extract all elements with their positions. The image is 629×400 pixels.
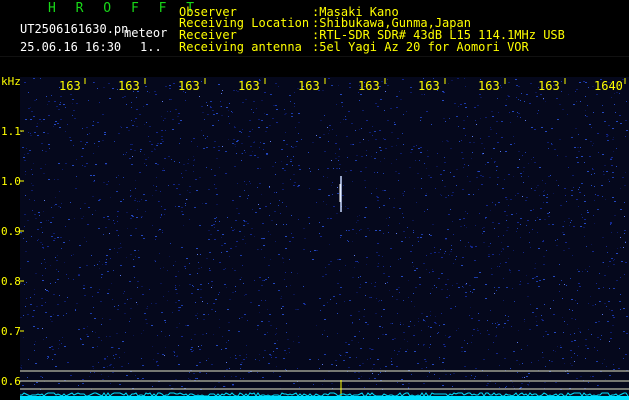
x-tick-4: 163 — [238, 79, 260, 93]
spectrogram-overlay — [20, 78, 629, 400]
y-tick-1-0: 1.0 — [1, 175, 21, 188]
x-tick-2: 163 — [118, 79, 140, 93]
x-tick-5: 163 — [298, 79, 320, 93]
x-tick-7: 163 — [418, 79, 440, 93]
x-tick-9: 163 — [538, 79, 560, 93]
x-tick-8: 163 — [478, 79, 500, 93]
x-tick-6: 163 — [358, 79, 380, 93]
y-tick-0-8: 0.8 — [1, 275, 21, 288]
x-tick-3: 163 — [178, 79, 200, 93]
y-tick-0-6: 0.6 — [1, 375, 21, 388]
y-tick-1-1: 1.1 — [1, 125, 21, 138]
noise-field — [20, 78, 628, 390]
baseline-fill — [20, 396, 629, 400]
hrofft-window: H R O F F T UT2506161630.pn meteor 25.06… — [0, 0, 629, 400]
baseline-noise-trace — [20, 392, 629, 397]
x-tick-1: 163 — [59, 79, 81, 93]
y-tick-0-9: 0.9 — [1, 225, 21, 238]
y-tick-0-7: 0.7 — [1, 325, 21, 338]
x-tick-10: 1640 — [594, 79, 623, 93]
y-unit-label: kHz — [1, 75, 21, 88]
